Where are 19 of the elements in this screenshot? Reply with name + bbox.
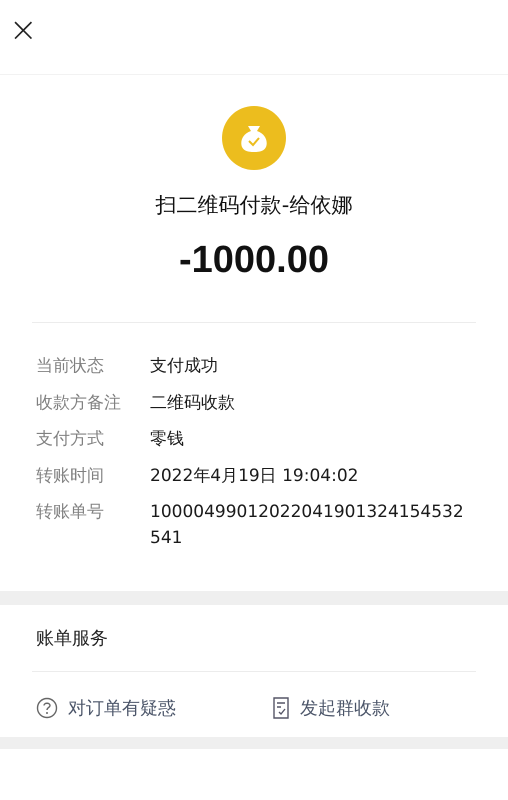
detail-label: 转账时间 — [36, 464, 105, 488]
help-icon — [36, 697, 58, 719]
detail-label: 当前状态 — [36, 355, 105, 378]
payment-amount: -1000.00 — [178, 238, 329, 282]
section-title: 账单服务 — [36, 627, 108, 650]
detail-value: 2022年4月19日 19:04:02 — [150, 464, 360, 488]
detail-value: 二维码收款 — [150, 392, 236, 414]
close-button[interactable]: × — [9, 14, 31, 46]
detail-label: 收款方备注 — [36, 392, 122, 414]
detail-value: 支付成功 — [150, 355, 219, 378]
detail-label: 转账单号 — [36, 501, 105, 524]
checklist-icon — [272, 697, 290, 719]
detail-label: 支付方式 — [36, 428, 105, 451]
money-bag-icon — [222, 106, 286, 170]
detail-value: 零钱 — [150, 428, 185, 451]
service-link[interactable]: 发起群收款 — [272, 696, 390, 720]
detail-value: 10000499012022041901324154532541 — [150, 501, 465, 550]
payment-title: 扫二维码付款-给依娜 — [156, 192, 352, 219]
service-link[interactable]: 对订单有疑惑 — [36, 696, 272, 720]
